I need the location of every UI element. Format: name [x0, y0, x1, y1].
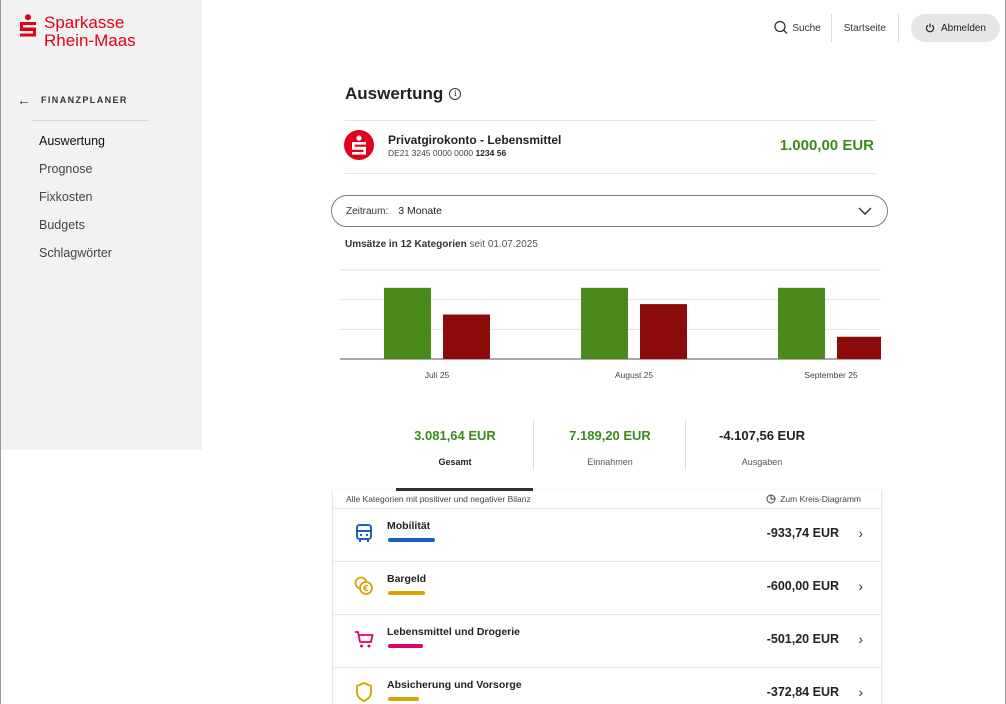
- account-iban: DE21 3245 0000 0000 1234 56: [388, 148, 506, 158]
- stat-label: Einnahmen: [587, 457, 633, 467]
- sidebar-item-fixkosten[interactable]: Fixkosten: [39, 189, 112, 217]
- search-label: Suche: [792, 22, 821, 34]
- category-label: Lebensmittel und Drogerie: [387, 626, 521, 638]
- category-amount: -600,00 EUR: [766, 579, 839, 593]
- divider: [345, 120, 875, 121]
- category-label: Mobilität: [387, 520, 431, 532]
- brand-name-line1: Sparkasse: [44, 13, 125, 32]
- category-row-mobilitaet[interactable]: Mobilität -933,74 EUR ›: [333, 508, 881, 561]
- category-bar: [388, 697, 419, 701]
- category-bar: [388, 591, 426, 595]
- sidebar: Sparkasse Rhein-Maas ← FINANZPLANER Ausw…: [1, 0, 202, 450]
- page-header: Auswertung i: [345, 84, 462, 104]
- iban-prefix: DE21 3245 0000 0000: [388, 148, 474, 158]
- shield-icon: [356, 682, 372, 702]
- stat-einnahmen[interactable]: 7.189,20 EUR Einnahmen: [535, 420, 685, 467]
- chart-x-label: August 25: [615, 370, 654, 380]
- sidebar-item-auswertung[interactable]: Auswertung: [39, 133, 112, 161]
- chart-x-label: September 25: [804, 370, 858, 380]
- stat-gesamt[interactable]: 3.081,64 EUR Gesamt: [380, 420, 530, 467]
- search-icon: [774, 20, 788, 34]
- account-name: Privatgirokonto - Lebensmittel: [388, 133, 562, 147]
- stat-label: Gesamt: [438, 457, 472, 467]
- divider: [345, 173, 875, 174]
- pie-chart-link-label: Zum Kreis-Diagramm: [780, 494, 861, 504]
- categories-header: Alle Kategorien mit positiver und negati…: [346, 494, 531, 504]
- category-row-bargeld[interactable]: Bargeld -600,00 EUR ›: [333, 561, 881, 614]
- pie-chart-link[interactable]: Zum Kreis-Diagramm: [766, 494, 861, 504]
- period-label: Zeitraum:: [346, 205, 389, 217]
- stat-divider: [685, 420, 686, 470]
- logout-button[interactable]: Abmelden: [910, 14, 1000, 42]
- chevron-right-icon: ›: [858, 525, 863, 541]
- chart-bar-2-1[interactable]: [837, 336, 881, 359]
- category-bar: [388, 644, 423, 648]
- period-select[interactable]: Zeitraum: 3 Monate: [331, 195, 888, 227]
- arrow-left-icon: ←: [17, 92, 31, 108]
- sidebar-item-schlagwoerter[interactable]: Schlagwörter: [39, 245, 112, 273]
- sparkasse-logo[interactable]: Sparkasse Rhein-Maas: [18, 14, 136, 50]
- chart-bar-2-0[interactable]: [778, 287, 825, 359]
- category-amount: -501,20 EUR: [766, 632, 839, 646]
- search-button[interactable]: Suche: [763, 20, 830, 36]
- info-icon[interactable]: i: [449, 88, 462, 100]
- sidebar-item-budgets[interactable]: Budgets: [39, 217, 112, 245]
- brand-name-line2: Rhein-Maas: [44, 31, 136, 50]
- pie-chart-icon: [766, 494, 776, 504]
- home-link[interactable]: Startseite: [832, 23, 898, 34]
- topbar-separator: [897, 14, 899, 42]
- account-balance: 1.000,00 EUR: [779, 137, 874, 154]
- category-bar: [388, 538, 435, 542]
- iban-suffix: 1234 56: [475, 148, 507, 158]
- chevron-right-icon: ›: [858, 684, 863, 700]
- sidebar-divider: [31, 120, 149, 121]
- chevron-right-icon: ›: [858, 578, 863, 594]
- chevron-down-icon: [858, 207, 872, 215]
- transactions-subtitle: Umsätze in 12 Kategorien seit 01.07.2025: [345, 239, 538, 250]
- chevron-right-icon: ›: [858, 631, 863, 647]
- sparkasse-s-icon: [20, 14, 36, 37]
- subtitle-prefix: Umsätze in 12 Kategorien: [345, 239, 467, 250]
- coins-icon: [354, 576, 373, 595]
- category-label: Absicherung und Vorsorge: [387, 679, 522, 691]
- category-row-lebensmittel[interactable]: Lebensmittel und Drogerie -501,20 EUR ›: [333, 614, 881, 667]
- subtitle-suffix: seit 01.07.2025: [469, 239, 538, 250]
- stat-divider: [533, 420, 534, 470]
- categories-panel: Alle Kategorien mit positiver und negati…: [332, 490, 882, 704]
- chart-bar-1-0[interactable]: [581, 287, 628, 359]
- section-label: FINANZPLANER: [41, 95, 128, 105]
- account-sparkasse-icon: [344, 130, 374, 160]
- stat-label: Ausgaben: [741, 457, 783, 467]
- category-label: Bargeld: [387, 573, 427, 585]
- category-amount: -372,84 EUR: [766, 685, 839, 699]
- chart-bar-0-1[interactable]: [443, 314, 490, 360]
- period-value: 3 Monate: [398, 205, 443, 217]
- category-row-absicherung[interactable]: Absicherung und Vorsorge -372,84 EUR ›: [333, 667, 881, 704]
- chart-bar-0-0[interactable]: [384, 287, 431, 359]
- power-icon: [925, 23, 935, 33]
- stat-value: 7.189,20 EUR: [569, 428, 651, 443]
- summary-stats: 3.081,64 EUR Gesamt 7.189,20 EUR Einnahm…: [380, 420, 880, 470]
- back-to-finanzplaner[interactable]: ← FINANZPLANER: [17, 92, 128, 108]
- page-title: Auswertung: [345, 84, 444, 103]
- chart-bar-1-1[interactable]: [640, 304, 687, 359]
- chart-x-label: Juli 25: [425, 370, 450, 380]
- top-bar: Suche Startseite Abmelden: [763, 14, 1000, 42]
- bus-icon: [356, 524, 372, 542]
- logout-label: Abmelden: [940, 22, 986, 34]
- sidebar-nav: Auswertung Prognose Fixkosten Budgets Sc…: [39, 133, 112, 273]
- stat-value: -4.107,56 EUR: [719, 428, 805, 443]
- stat-value: 3.081,64 EUR: [414, 428, 496, 443]
- category-amount: -933,74 EUR: [766, 526, 839, 540]
- monthly-bar-chart: Juli 25 August 25 September 25: [340, 269, 881, 380]
- sidebar-item-prognose[interactable]: Prognose: [39, 161, 112, 189]
- cart-icon: [355, 631, 374, 648]
- stat-ausgaben[interactable]: -4.107,56 EUR Ausgaben: [687, 420, 837, 467]
